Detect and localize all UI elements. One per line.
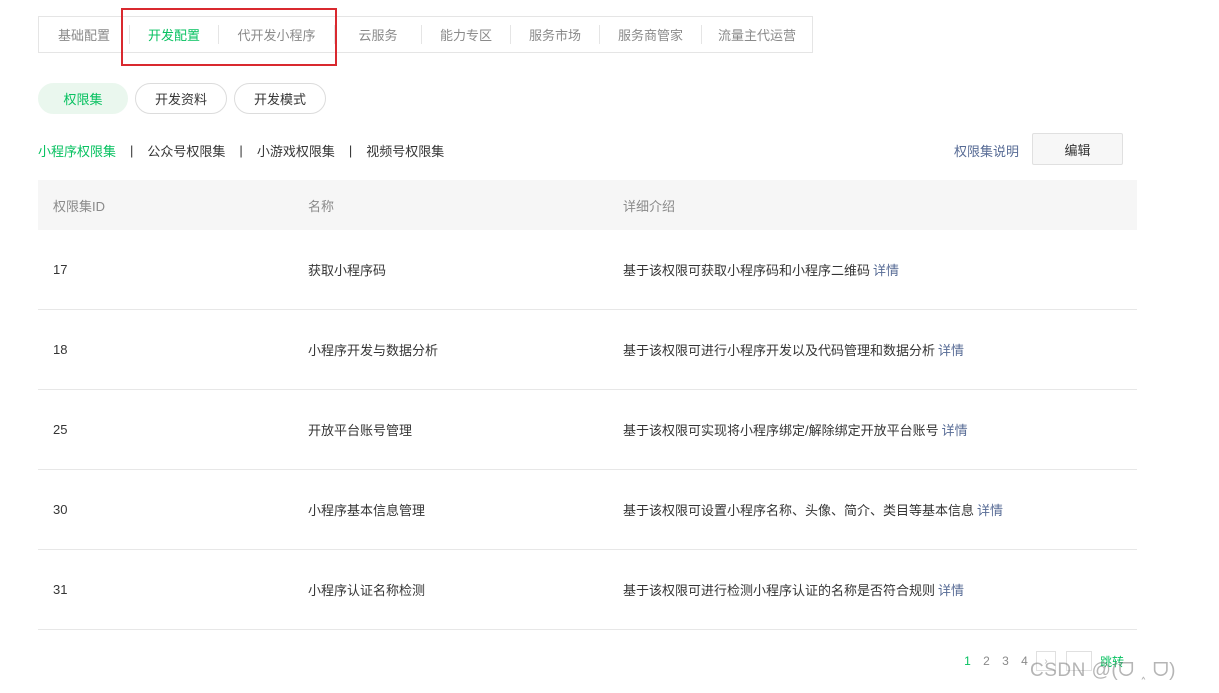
header-id: 权限集ID (53, 198, 106, 214)
pill-dev-mode[interactable]: 开发模式 (234, 83, 326, 114)
description-text: 基于该权限可设置小程序名称、头像、简介、类目等基本信息 (623, 503, 975, 518)
detail-link[interactable]: 详情 (942, 423, 968, 438)
page-3[interactable]: 3 (996, 654, 1015, 668)
nav-third-party-miniprogram[interactable]: 代开发小程序 (219, 17, 334, 52)
cell-id: 31 (53, 582, 68, 597)
detail-link[interactable]: 详情 (938, 583, 964, 598)
description-text: 基于该权限可获取小程序码和小程序二维码 (623, 263, 871, 278)
table-row: 31 小程序认证名称检测 基于该权限可进行检测小程序认证的名称是否符合规则 详情 (38, 550, 1137, 630)
cell-id: 25 (53, 422, 68, 437)
watermark: CSDN @(ᗜ ˰ ᗜ) (1030, 660, 1176, 681)
cell-description: 基于该权限可获取小程序码和小程序二维码 详情 (623, 260, 1137, 279)
description-text: 基于该权限可实现将小程序绑定/解除绑定开放平台账号 (623, 423, 939, 438)
pill-permission-set[interactable]: 权限集 (38, 83, 128, 114)
detail-link[interactable]: 详情 (938, 343, 964, 358)
permission-table: 权限集ID 名称 详细介绍 17 获取小程序码 基于该权限可获取小程序码和小程序… (38, 180, 1137, 630)
subtab-miniprogram[interactable]: 小程序权限集 (38, 141, 116, 160)
table-row: 17 获取小程序码 基于该权限可获取小程序码和小程序二维码 详情 (38, 230, 1137, 310)
cell-id: 18 (53, 342, 68, 357)
cell-name: 小程序认证名称检测 (308, 583, 426, 598)
subtab-minigame[interactable]: 小游戏权限集 (257, 141, 335, 160)
nav-service-manager[interactable]: 服务商管家 (600, 17, 701, 52)
cell-name: 获取小程序码 (308, 263, 387, 278)
cell-name: 小程序基本信息管理 (308, 503, 426, 518)
nav-dev-config[interactable]: 开发配置 (130, 17, 218, 52)
header-name: 名称 (308, 198, 335, 214)
cell-description: 基于该权限可进行检测小程序认证的名称是否符合规则 详情 (623, 580, 1137, 599)
nav-capability-zone[interactable]: 能力专区 (422, 17, 510, 52)
edit-button[interactable]: 编辑 (1032, 133, 1123, 165)
header-description: 详细介绍 (623, 198, 676, 214)
pill-dev-info[interactable]: 开发资料 (135, 83, 227, 114)
subtab-divider: | (130, 142, 134, 158)
table-header: 权限集ID 名称 详细介绍 (38, 180, 1137, 230)
section-pills: 权限集 开发资料 开发模式 (38, 83, 326, 114)
nav-traffic-operation[interactable]: 流量主代运营 (702, 17, 812, 52)
cell-description: 基于该权限可实现将小程序绑定/解除绑定开放平台账号 详情 (623, 420, 1137, 439)
nav-service-market[interactable]: 服务市场 (511, 17, 599, 52)
nav-basic-config[interactable]: 基础配置 (39, 17, 129, 52)
table-row: 30 小程序基本信息管理 基于该权限可设置小程序名称、头像、简介、类目等基本信息… (38, 470, 1137, 550)
nav-cloud-service[interactable]: 云服务 (335, 17, 421, 52)
detail-link[interactable]: 详情 (977, 503, 1003, 518)
subtab-channels[interactable]: 视频号权限集 (366, 141, 444, 160)
table-row: 18 小程序开发与数据分析 基于该权限可进行小程序开发以及代码管理和数据分析 详情 (38, 310, 1137, 390)
cell-description: 基于该权限可设置小程序名称、头像、简介、类目等基本信息 详情 (623, 500, 1137, 519)
cell-id: 17 (53, 262, 68, 277)
detail-link[interactable]: 详情 (873, 263, 899, 278)
page-2[interactable]: 2 (977, 654, 996, 668)
top-nav: 基础配置 开发配置 代开发小程序 云服务 能力专区 服务市场 服务商管家 流量主… (38, 16, 813, 53)
cell-description: 基于该权限可进行小程序开发以及代码管理和数据分析 详情 (623, 340, 1137, 359)
cell-name: 小程序开发与数据分析 (308, 343, 439, 358)
description-text: 基于该权限可进行小程序开发以及代码管理和数据分析 (623, 343, 936, 358)
permission-explain-link[interactable]: 权限集说明 (954, 141, 1019, 160)
subtab-divider: | (239, 142, 243, 158)
permission-subtabs: 小程序权限集 | 公众号权限集 | 小游戏权限集 | 视频号权限集 (38, 141, 444, 159)
subtab-divider: | (348, 142, 353, 158)
subtab-official-account[interactable]: 公众号权限集 (147, 141, 225, 160)
page-1[interactable]: 1 (958, 654, 977, 668)
cell-id: 30 (53, 502, 68, 517)
table-row: 25 开放平台账号管理 基于该权限可实现将小程序绑定/解除绑定开放平台账号 详情 (38, 390, 1137, 470)
cell-name: 开放平台账号管理 (308, 423, 413, 438)
description-text: 基于该权限可进行检测小程序认证的名称是否符合规则 (623, 583, 936, 598)
